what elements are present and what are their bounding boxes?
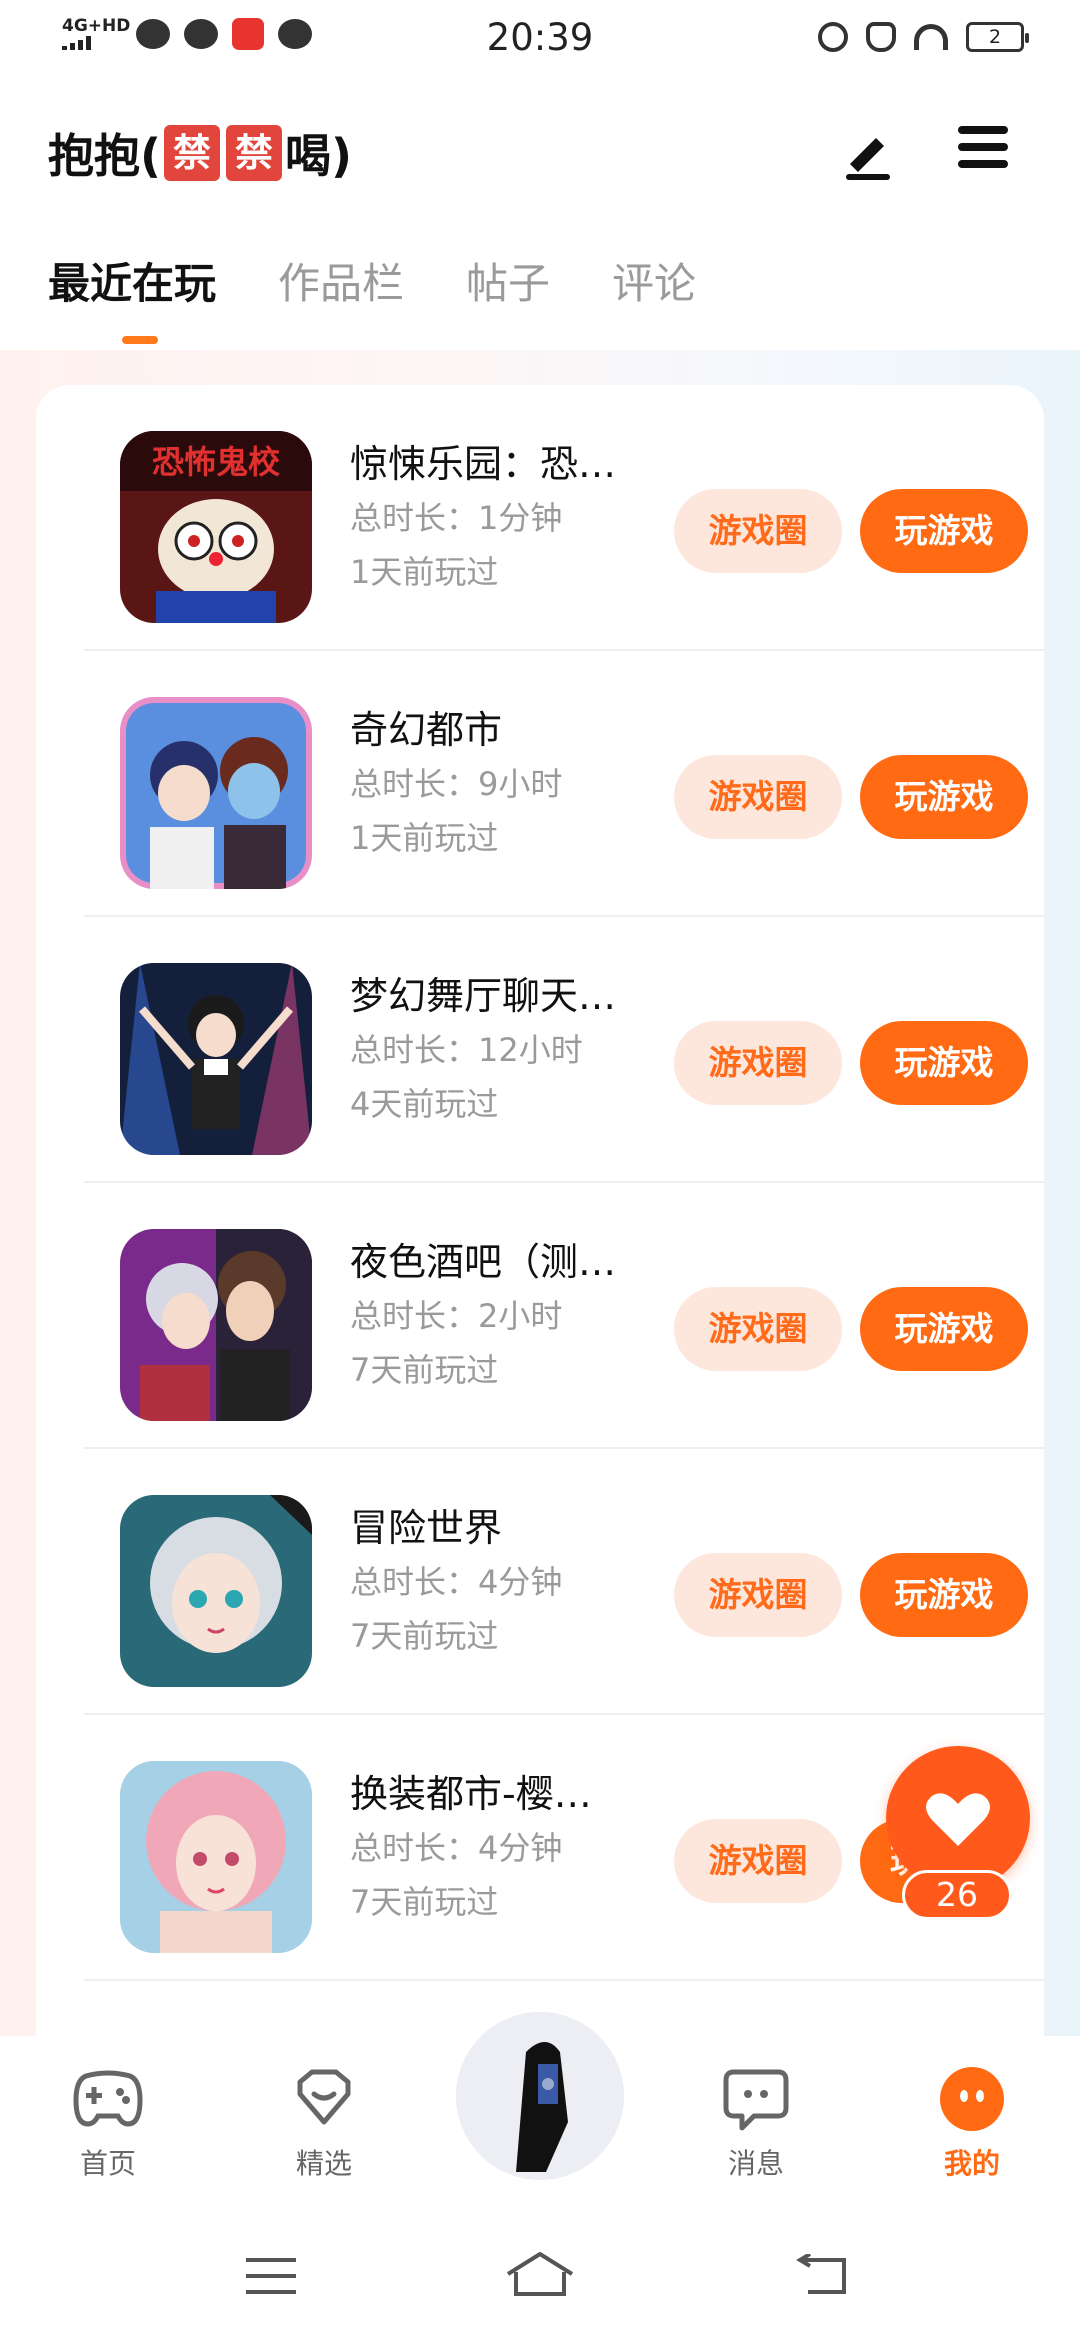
game-last-played: 7天前玩过 [350,1351,499,1389]
play-game-button[interactable]: 玩游戏 [860,1553,1028,1637]
tab-comments[interactable]: 评论 [612,250,696,311]
thumb-title-text: 恐怖鬼校 [152,443,280,481]
game-thumbnail[interactable]: 恐怖鬼校 [120,431,312,623]
game-circle-button[interactable]: 游戏圈 [674,1287,842,1371]
battery-icon: 2 [966,22,1029,52]
game-circle-button[interactable]: 游戏圈 [674,1021,842,1105]
game-last-played: 7天前玩过 [350,1617,499,1655]
like-button[interactable] [886,1746,1030,1890]
nav-home[interactable]: 首页 [38,2066,178,2182]
game-duration: 总时长：2小时 [350,1297,563,1335]
game-last-played: 7天前玩过 [350,1883,499,1921]
game-duration: 总时长：4分钟 [350,1563,563,1601]
game-row[interactable]: 恐怖鬼校 惊悚乐园：恐… 总时长：1分钟 1天前玩过 游戏圈 玩游戏 [84,385,1044,651]
game-title: 惊悚乐园：恐… [350,442,617,486]
mute-bell-icon [866,22,896,52]
nav-profile[interactable]: 我的 [902,2066,1042,2182]
game-thumbnail[interactable] [120,697,312,889]
page-title: 抱抱(禁禁喝) [48,120,352,186]
title-suffix: 喝) [285,129,353,183]
game-last-played: 4天前玩过 [350,1085,499,1123]
game-row[interactable]: 冒险世界 总时长：4分钟 7天前玩过 游戏圈 玩游戏 [84,1449,1044,1715]
game-thumbnail[interactable] [120,1495,312,1687]
game-title: 冒险世界 [350,1506,503,1550]
game-duration: 总时长：4分钟 [350,1829,563,1867]
profile-icon [940,2067,1004,2131]
game-title: 梦幻舞厅聊天… [350,974,617,1018]
game-title: 换装都市-樱… [350,1772,592,1816]
status-right-group: 2 [818,22,1029,52]
tab-posts[interactable]: 帖子 [466,250,550,311]
play-game-button[interactable]: 玩游戏 [860,1021,1028,1105]
ban-badge: 禁 [164,125,221,181]
game-thumbnail[interactable] [120,1761,312,1953]
tab-recent-play[interactable]: 最近在玩 [48,250,216,344]
center-avatar-button[interactable] [456,2012,624,2180]
game-duration: 总时长：12小时 [350,1031,583,1069]
nav-label: 消息 [727,2147,784,2180]
menu-icon[interactable] [958,126,1008,176]
game-last-played: 1天前玩过 [350,553,499,591]
wifi-icon [914,24,948,50]
game-last-played: 1天前玩过 [350,819,499,857]
ban-badge: 禁 [226,125,283,181]
play-game-button[interactable]: 玩游戏 [860,1287,1028,1371]
game-duration: 总时长：1分钟 [350,499,563,537]
play-game-button[interactable]: 玩游戏 [860,755,1028,839]
heart-icon [926,1793,990,1846]
title-prefix: 抱抱( [48,129,162,183]
game-row[interactable]: 奇幻都市 总时长：9小时 1天前玩过 游戏圈 玩游戏 [84,651,1044,917]
nav-featured[interactable]: 精选 [254,2066,394,2182]
game-circle-button[interactable]: 游戏圈 [674,1819,842,1903]
game-duration: 总时长：9小时 [350,765,563,803]
profile-tabs: 最近在玩 作品栏 帖子 评论 [48,250,696,344]
profile-header: 抱抱(禁禁喝) [0,100,1080,210]
game-circle-button[interactable]: 游戏圈 [674,1553,842,1637]
alarm-icon [818,22,848,52]
nav-label: 首页 [79,2147,136,2180]
chat-bubble-icon [723,2069,789,2131]
edit-icon[interactable] [838,124,898,184]
like-count: 26 [902,1870,1012,1920]
nav-label: 精选 [295,2147,352,2180]
nav-label: 我的 [943,2147,1000,2180]
status-bar: 4G+HD 20:39 2 [0,0,1080,80]
game-row[interactable]: 梦幻舞厅聊天… 总时长：12小时 4天前玩过 游戏圈 玩游戏 [84,917,1044,1183]
heart-gem-icon [297,2069,351,2125]
play-game-button[interactable]: 玩游戏 [860,489,1028,573]
recent-apps-icon[interactable] [246,2258,296,2306]
game-title: 夜色酒吧（测… [350,1240,617,1284]
game-circle-button[interactable]: 游戏圈 [674,489,842,573]
gamepad-icon [73,2070,143,2127]
home-icon[interactable] [504,2250,576,2300]
back-icon[interactable] [796,2254,852,2298]
game-circle-button[interactable]: 游戏圈 [674,755,842,839]
game-row[interactable]: 夜色酒吧（测… 总时长：2小时 7天前玩过 游戏圈 玩游戏 [84,1183,1044,1449]
game-title: 奇幻都市 [350,708,503,752]
game-thumbnail[interactable] [120,1229,312,1421]
tab-works[interactable]: 作品栏 [278,250,404,311]
game-thumbnail[interactable] [120,963,312,1155]
nav-messages[interactable]: 消息 [686,2066,826,2182]
